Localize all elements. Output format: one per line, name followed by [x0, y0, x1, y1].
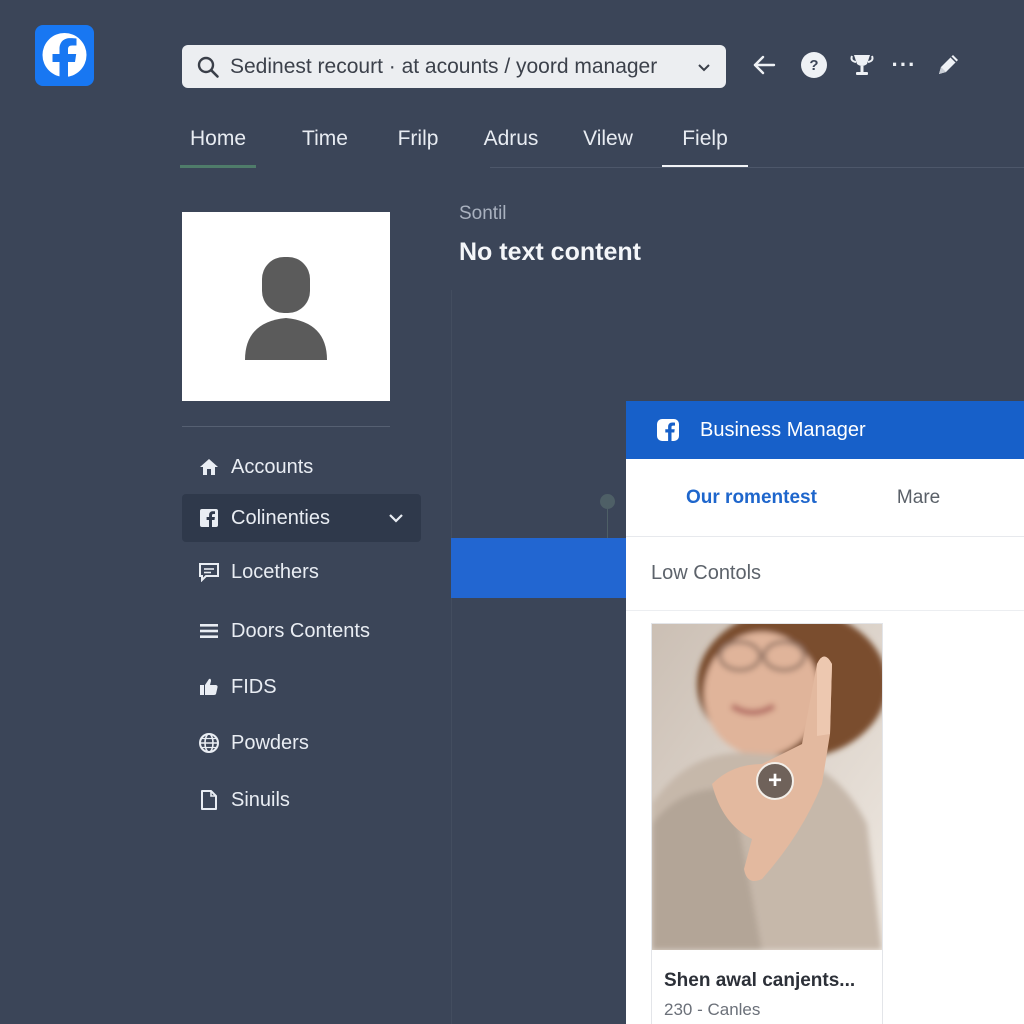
facebook-logo-icon: [657, 419, 679, 441]
connector-node: [600, 494, 615, 509]
back-arrow-icon: [753, 55, 776, 75]
document-icon: [198, 789, 220, 811]
content-card[interactable]: + Shen awal canjents... 230 - Canles: [651, 623, 883, 1024]
help-button[interactable]: ?: [799, 50, 829, 80]
panel-tabs: Our romentest Mare: [626, 459, 1024, 537]
panel-tab-our-romentest[interactable]: Our romentest: [686, 487, 817, 509]
sidebar-item-label: Locethers: [231, 560, 319, 583]
panel-title: Business Manager: [700, 418, 866, 441]
sidebar-divider: [182, 426, 390, 427]
tabs-divider: [490, 167, 1024, 168]
trophy-button[interactable]: [847, 50, 877, 80]
facebook-logo[interactable]: [35, 25, 94, 86]
sidebar-item-accounts[interactable]: Accounts: [182, 443, 421, 491]
sidebar-item-locethers[interactable]: Locethers: [182, 548, 421, 596]
user-avatar-icon: [245, 256, 327, 360]
highlight-bar: [451, 538, 626, 598]
sidebar-item-sinuils[interactable]: Sinuils: [182, 776, 421, 824]
sidebar-item-doors-contents[interactable]: Doors Contents: [182, 607, 421, 655]
back-button[interactable]: [749, 50, 779, 80]
section-subtitle: Sontil: [459, 203, 507, 224]
more-icon: ···: [891, 52, 917, 77]
panel-header: Business Manager: [626, 401, 1024, 459]
card-photo: +: [652, 624, 882, 950]
chat-icon: [198, 561, 220, 583]
thumbs-up-icon: [198, 676, 220, 698]
chevron-down-icon[interactable]: [387, 509, 405, 527]
home-icon: [198, 456, 220, 478]
sidebar-item-label: Colinenties: [231, 506, 330, 529]
chevron-down-icon[interactable]: [696, 59, 712, 75]
search-bar[interactable]: Sedinest recourt · at acounts / yoord ma…: [182, 45, 726, 88]
business-manager-panel: Business Manager Our romentest Mare Low …: [626, 401, 1024, 1024]
card-subtitle: 230 - Canles: [664, 1000, 761, 1019]
search-icon: [197, 56, 219, 78]
facebook-square-icon: [198, 507, 220, 529]
tab-adrus[interactable]: Adrus: [464, 110, 558, 168]
facebook-logo-icon: [42, 33, 87, 86]
card-title: Shen awal canjents...: [664, 970, 856, 991]
list-icon: [198, 620, 220, 642]
help-icon: ?: [801, 52, 827, 78]
trophy-icon: [850, 55, 874, 75]
sidebar-item-label: Accounts: [231, 455, 314, 478]
tab-time[interactable]: Time: [278, 110, 372, 168]
sidebar-item-colinenties[interactable]: Colinenties: [182, 494, 421, 542]
tab-fielp[interactable]: Fielp: [662, 110, 748, 168]
add-icon[interactable]: +: [756, 762, 794, 800]
panel-section-heading: Low Contols: [626, 537, 1024, 611]
tab-frilp[interactable]: Frilp: [380, 110, 456, 168]
sidebar-item-label: Powders: [231, 731, 309, 754]
edit-icon: [939, 55, 958, 74]
content-divider: [451, 290, 452, 1024]
panel-tab-mare[interactable]: Mare: [897, 487, 940, 509]
sidebar-item-label: Doors Contents: [231, 619, 370, 642]
tab-vilew[interactable]: Vilew: [564, 110, 652, 168]
tab-home[interactable]: Home: [180, 110, 256, 168]
profile-avatar[interactable]: [182, 212, 390, 401]
page-title: No text content: [459, 238, 641, 266]
sidebar-item-label: FIDS: [231, 675, 277, 698]
more-button[interactable]: ···: [889, 50, 919, 80]
connector-line: [607, 509, 608, 538]
edit-button[interactable]: [933, 50, 963, 80]
sidebar-item-fids[interactable]: FIDS: [182, 663, 421, 711]
sidebar-item-label: Sinuils: [231, 788, 290, 811]
globe-icon: [198, 732, 220, 754]
search-input[interactable]: Sedinest recourt · at acounts / yoord ma…: [230, 55, 696, 79]
main-nav-tabs: Home Time Frilp Adrus Vilew Fielp: [180, 110, 748, 168]
sidebar-item-powders[interactable]: Powders: [182, 719, 421, 767]
